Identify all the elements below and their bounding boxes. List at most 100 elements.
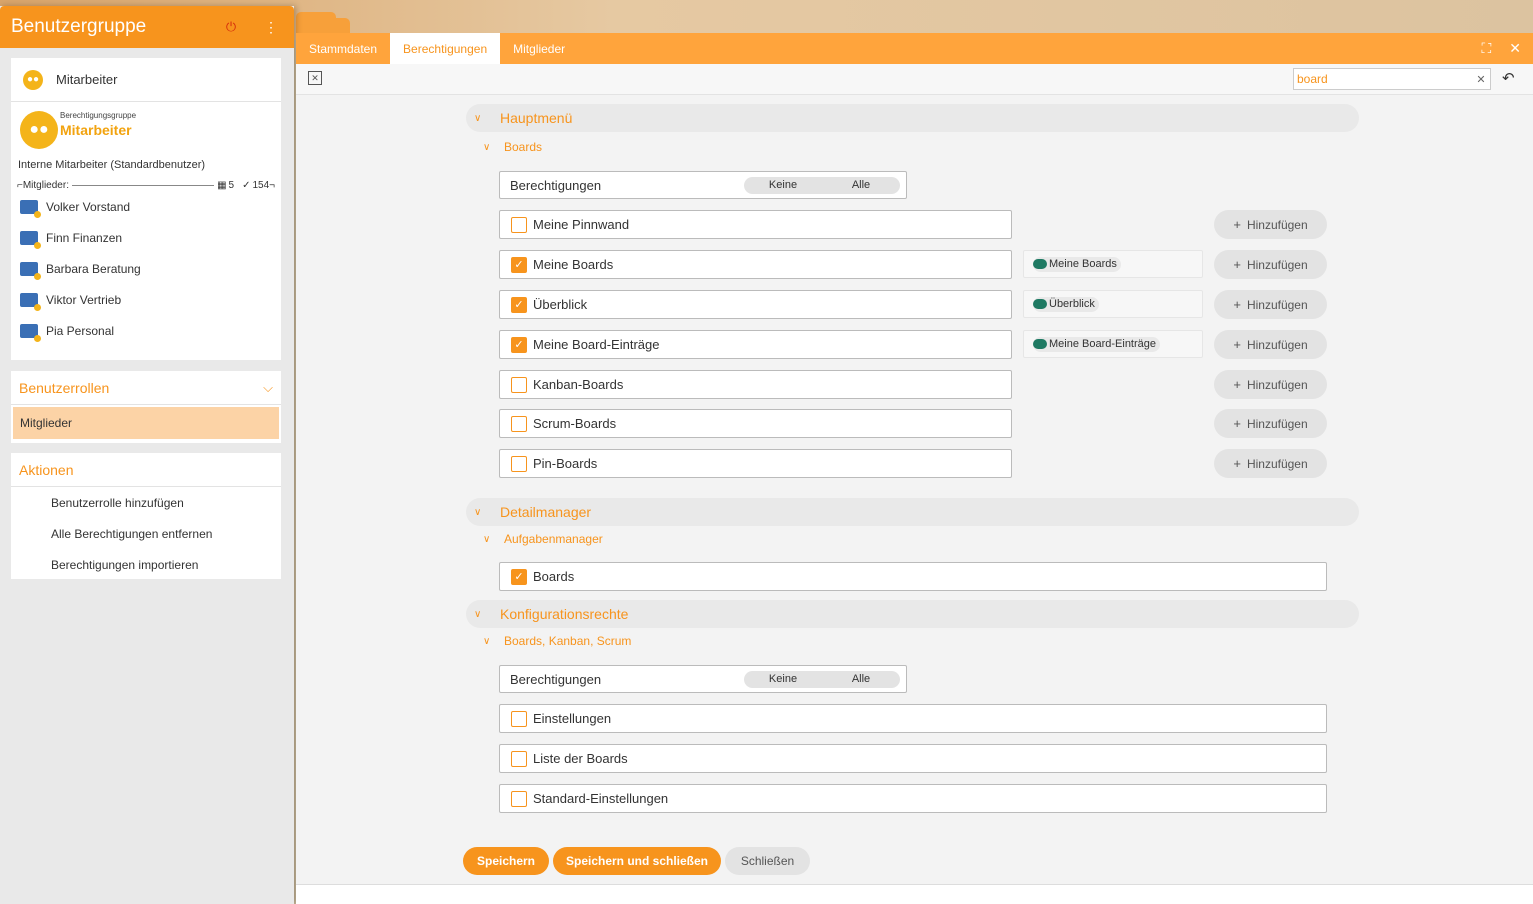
permission-checkbox[interactable]: ✓ [511,336,527,353]
add-button-label: Hinzufügen [1246,337,1308,352]
search-field[interactable]: ✕ [1293,68,1491,90]
permission-checkbox[interactable] [511,710,527,727]
add-button-label: Hinzufügen [1246,297,1308,312]
subsection-header-boards[interactable]: ∨ Boards [483,140,542,154]
toggle-none[interactable]: Keine [744,671,822,688]
roles-item-members[interactable]: Mitglieder [13,407,279,439]
section-header-hauptmenu[interactable]: ∨ Hauptmenü [466,104,1359,132]
role-pill[interactable]: Überblick [1033,296,1099,312]
permission-checkbox[interactable] [511,455,527,472]
user-icon [20,261,41,280]
add-button[interactable]: + Hinzufügen [1214,290,1327,319]
chevron-down-icon[interactable]: ⌵ [263,380,273,396]
add-button[interactable]: + Hinzufügen [1214,250,1327,279]
permission-checkbox[interactable] [511,415,527,432]
toggle-all[interactable]: Alle [822,177,900,194]
subsection-title: Boards, Kanban, Scrum [504,634,632,648]
toggle-none[interactable]: Keine [744,177,822,194]
permission-row[interactable]: Scrum-Boards [499,409,1012,438]
action-remove-permissions[interactable]: Alle Berechtigungen entfernen [11,518,281,549]
save-and-close-button[interactable]: Speichern und schließen [553,847,721,875]
save-button[interactable]: Speichern [463,847,549,875]
member-item[interactable]: Pia Personal [11,315,281,346]
action-add-role[interactable]: Benutzerrolle hinzufügen [11,487,281,518]
permission-row[interactable]: Liste der Boards [499,744,1327,773]
group-label: Mitarbeiter [56,72,118,87]
permission-checkbox[interactable] [511,216,527,233]
user-icon [20,323,41,342]
permission-checkbox[interactable] [511,750,527,767]
roles-title: Benutzerrollen [19,379,110,396]
permission-checkbox[interactable] [511,376,527,393]
section-header-detailmanager[interactable]: ∨ Detailmanager [466,498,1359,526]
add-button-label: Hinzufügen [1246,377,1308,392]
permission-toggle[interactable]: Keine Alle [744,177,900,194]
permission-checkbox[interactable]: ✓ [511,256,527,273]
subsection-header-boards-kanban-scrum[interactable]: ∨ Boards, Kanban, Scrum [483,634,631,648]
add-button[interactable]: + Hinzufügen [1214,370,1327,399]
permission-toggle[interactable]: Keine Alle [744,671,900,688]
member-name: Viktor Vertrieb [46,292,122,307]
member-item[interactable]: Volker Vorstand [11,191,281,222]
tab-bar: Stammdaten Berechtigungen Mitglieder ⛶ ✕ [296,33,1533,64]
add-button[interactable]: + Hinzufügen [1214,449,1327,478]
role-color-icon [1033,339,1047,349]
tab-berechtigungen[interactable]: Berechtigungen [390,33,501,64]
undo-icon[interactable]: ↶ [1502,69,1515,87]
permission-row[interactable]: Pin-Boards [499,449,1012,478]
permission-label: Überblick [533,297,588,312]
add-button-label: Hinzufügen [1246,217,1308,232]
permission-row[interactable]: Standard-Einstellungen [499,784,1327,813]
chevron-down-icon: ∨ [483,635,491,647]
tab-stammdaten[interactable]: Stammdaten [296,33,390,64]
power-icon[interactable]: ⏻ [219,19,243,35]
group-description: Interne Mitarbeiter (Standardbenutzer) [18,159,206,171]
permission-row[interactable]: ✓ Boards [499,562,1327,591]
action-import-permissions[interactable]: Berechtigungen importieren [11,549,281,580]
permission-row[interactable]: Kanban-Boards [499,370,1012,399]
maximize-icon[interactable]: ⛶ [1481,40,1491,57]
roles-header[interactable]: Benutzerrollen ⌵ [11,371,281,405]
section-title: Detailmanager [500,504,592,520]
permission-row[interactable]: ✓ Meine Board-Einträge [499,330,1012,359]
assigned-role-tag: Überblick [1023,290,1203,318]
permission-checkbox[interactable] [511,790,527,807]
toggle-all[interactable]: Alle [822,671,900,688]
export-icon[interactable]: ✕ [308,71,322,85]
more-menu-icon[interactable]: ⋮ [259,19,283,36]
subsection-header-aufgabenmanager[interactable]: ∨ Aufgabenmanager [483,532,603,546]
group-header[interactable]: ●● Mitarbeiter [11,58,281,102]
permission-checkbox[interactable]: ✓ [511,296,527,313]
role-pill[interactable]: Meine Boards [1033,256,1121,272]
permission-label: Berechtigungen [510,177,602,193]
permission-row[interactable]: Einstellungen [499,704,1327,733]
permission-row[interactable]: Meine Pinnwand [499,210,1012,239]
permission-row[interactable]: ✓ Meine Boards [499,250,1012,279]
add-button[interactable]: + Hinzufügen [1214,330,1327,359]
left-panel: Benutzergruppe ⏻ ⋮ ●● Mitarbeiter ●● Ber… [0,6,294,904]
section-header-konfigurationsrechte[interactable]: ∨ Konfigurationsrechte [466,600,1359,628]
member-item[interactable]: Viktor Vertrieb [11,284,281,315]
assigned-role-tag: Meine Board-Einträge [1023,330,1203,358]
permission-label: Liste der Boards [533,751,628,766]
main-window: Stammdaten Berechtigungen Mitglieder ⛶ ✕… [296,33,1533,904]
tab-mitglieder[interactable]: Mitglieder [500,33,578,64]
member-item[interactable]: Barbara Beratung [11,253,281,284]
clear-search-icon[interactable]: ✕ [1472,73,1490,86]
add-button[interactable]: + Hinzufügen [1214,409,1327,438]
search-input[interactable] [1297,72,1472,86]
members-label: Mitglieder: [22,180,69,191]
role-color-icon [1033,259,1047,269]
members-count-a: 5 [228,180,235,191]
add-button[interactable]: + Hinzufügen [1214,210,1327,239]
close-button[interactable]: Schließen [725,847,810,875]
chevron-down-icon: ∨ [483,533,491,545]
chevron-down-icon: ∨ [483,141,491,153]
role-pill[interactable]: Meine Board-Einträge [1033,336,1161,352]
close-icon[interactable]: ✕ [1509,40,1521,57]
member-item[interactable]: Finn Finanzen [11,222,281,253]
plus-icon: + [1233,416,1241,431]
permission-row[interactable]: ✓ Überblick [499,290,1012,319]
permission-checkbox[interactable]: ✓ [511,568,527,585]
actions-title: Aktionen [19,461,74,478]
